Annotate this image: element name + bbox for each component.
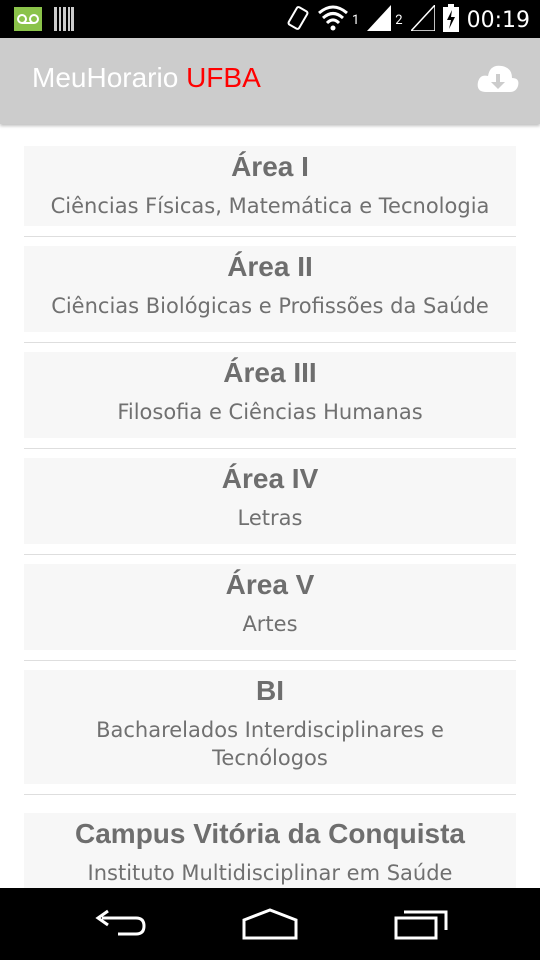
divider bbox=[24, 342, 516, 343]
vibrate-icon bbox=[286, 4, 310, 36]
wifi-icon bbox=[317, 5, 348, 35]
navigation-bar bbox=[0, 888, 540, 960]
list-item-area-ii[interactable]: Área II Ciências Biológicas e Profissões… bbox=[24, 246, 516, 332]
recent-apps-button[interactable] bbox=[392, 908, 452, 942]
list-item-area-iii[interactable]: Área III Filosofia e Ciências Humanas bbox=[24, 352, 516, 438]
voicemail-icon bbox=[14, 7, 42, 35]
list-item-bi[interactable]: BI Bacharelados Interdisciplinares e Tec… bbox=[24, 670, 516, 784]
cloud-download-button[interactable] bbox=[476, 60, 520, 100]
item-title: Área I bbox=[231, 151, 309, 182]
back-button[interactable] bbox=[90, 908, 150, 942]
list-item-area-i[interactable]: Área I Ciências Físicas, Matemática e Te… bbox=[24, 146, 516, 226]
item-subtitle: Ciências Físicas, Matemática e Tecnologi… bbox=[50, 194, 490, 218]
divider bbox=[24, 448, 516, 449]
list-item-campus-vitoria-da-conquista[interactable]: Campus Vitória da Conquista Instituto Mu… bbox=[24, 813, 516, 888]
home-icon bbox=[242, 908, 298, 940]
divider bbox=[24, 660, 516, 661]
app-title-main: MeuHorario bbox=[32, 62, 187, 93]
action-bar: MeuHorario UFBA bbox=[0, 38, 540, 124]
barcode-icon bbox=[54, 7, 74, 35]
recent-apps-icon bbox=[394, 910, 448, 940]
home-button[interactable] bbox=[240, 908, 300, 942]
divider bbox=[24, 794, 516, 795]
signal-icon-empty bbox=[408, 3, 436, 35]
item-subtitle: Artes bbox=[242, 612, 298, 636]
battery-icon bbox=[442, 4, 459, 36]
list-item-area-v[interactable]: Área V Artes bbox=[24, 564, 516, 650]
item-subtitle: Filosofia e Ciências Humanas bbox=[117, 400, 423, 424]
item-subtitle: Letras bbox=[237, 506, 303, 530]
area-list: Área I Ciências Físicas, Matemática e Te… bbox=[24, 146, 516, 888]
list-item-area-iv[interactable]: Área IV Letras bbox=[24, 458, 516, 544]
item-subtitle: Bacharelados Interdisciplinares e Tecnól… bbox=[96, 718, 444, 770]
sim1-label: 1 bbox=[351, 12, 360, 28]
sim2-label: 2 bbox=[395, 12, 403, 28]
app-title: MeuHorario UFBA bbox=[32, 62, 261, 94]
divider bbox=[24, 554, 516, 555]
item-title: BI bbox=[256, 675, 284, 706]
item-title: Campus Vitória da Conquista bbox=[75, 818, 465, 849]
item-title: Área V bbox=[225, 569, 315, 600]
item-title: Área II bbox=[227, 251, 313, 282]
back-icon bbox=[95, 909, 146, 936]
cloud-download-icon bbox=[477, 65, 519, 92]
signal-icon bbox=[367, 5, 392, 35]
app-title-accent: UFBA bbox=[186, 62, 261, 93]
item-subtitle: Ciências Biológicas e Profissões da Saúd… bbox=[51, 294, 489, 318]
item-subtitle: Instituto Multidisciplinar em Saúde bbox=[87, 861, 453, 885]
divider bbox=[24, 236, 516, 237]
item-title: Área III bbox=[223, 357, 317, 388]
area-list-container[interactable]: Área I Ciências Físicas, Matemática e Te… bbox=[0, 124, 540, 888]
clock: 00:19 bbox=[466, 7, 530, 33]
status-bar: 1 2 00:19 bbox=[0, 0, 540, 38]
item-title: Área IV bbox=[221, 463, 319, 494]
